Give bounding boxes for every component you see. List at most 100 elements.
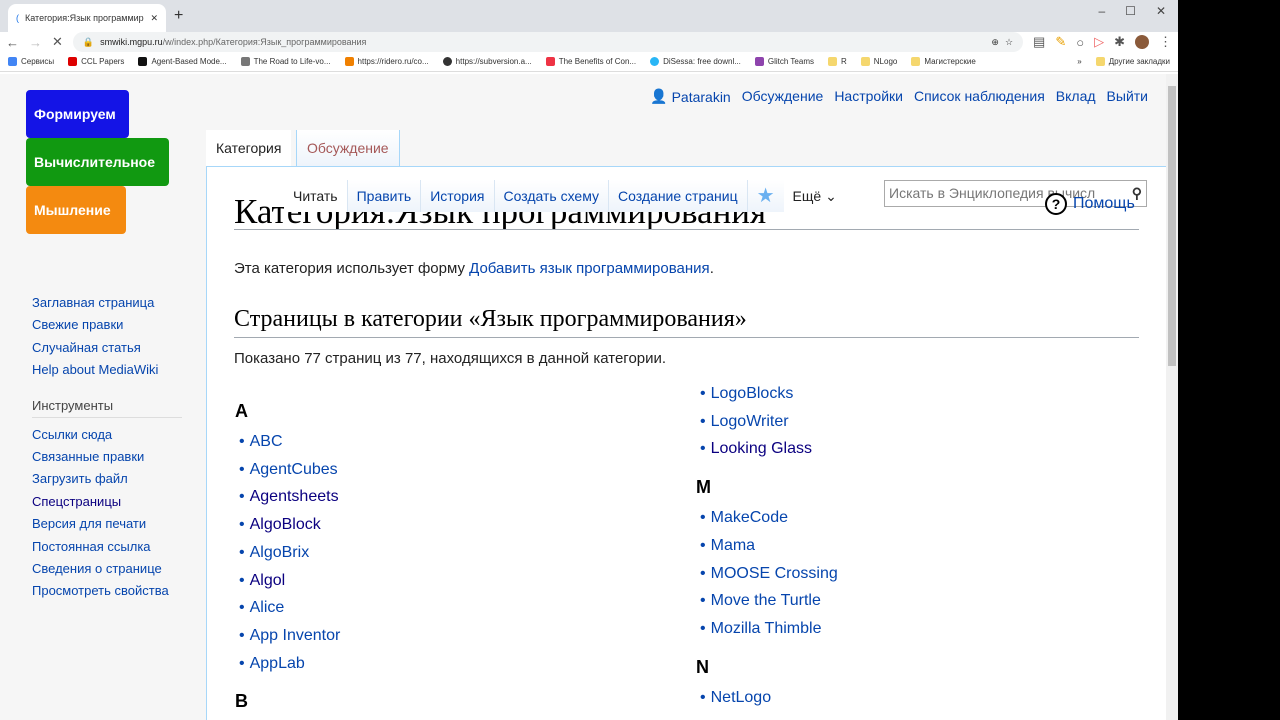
letter-heading: A bbox=[235, 401, 248, 421]
preferences-link[interactable]: Настройки bbox=[834, 88, 903, 105]
folder-icon bbox=[911, 57, 921, 66]
watchlist-link[interactable]: Список наблюдения bbox=[914, 88, 1045, 105]
list-item[interactable]: Move the Turtle bbox=[710, 587, 838, 615]
tool-print[interactable]: Версия для печати bbox=[32, 513, 182, 535]
bookmark-star-icon[interactable]: ☆ bbox=[1005, 37, 1013, 48]
list-item[interactable]: App Inventor bbox=[249, 622, 341, 650]
extension-icon[interactable]: ✎ bbox=[1055, 34, 1066, 50]
bookmark-folder[interactable]: Магистерские bbox=[911, 57, 976, 66]
zoom-icon[interactable]: ⊕ bbox=[991, 37, 999, 48]
tool-upload[interactable]: Загрузить файл bbox=[32, 468, 182, 490]
nav-help[interactable]: Help about MediaWiki bbox=[32, 359, 182, 381]
talk-link[interactable]: Обсуждение bbox=[742, 88, 824, 105]
tool-special-pages[interactable]: Спецстраницы bbox=[32, 491, 182, 513]
other-bookmarks[interactable]: Другие закладки bbox=[1095, 57, 1170, 66]
bookmark-item[interactable]: The Benefits of Con... bbox=[545, 57, 636, 66]
extension-icon[interactable]: ▷ bbox=[1094, 34, 1104, 50]
forward-icon[interactable]: → bbox=[29, 35, 42, 50]
tool-browse-properties[interactable]: Просмотреть свойства bbox=[32, 580, 182, 602]
list-item[interactable]: AlgoBrix bbox=[249, 539, 340, 567]
lock-icon: 🔒 bbox=[82, 36, 95, 47]
minimize-button[interactable]: – bbox=[1098, 4, 1105, 18]
more-menu[interactable]: Ещё ⌄ bbox=[784, 188, 846, 205]
view-tabs: Читать Править История Создать схему Соз… bbox=[284, 180, 846, 212]
tab-title: Категория:Язык программирова bbox=[25, 13, 144, 23]
apps-icon bbox=[8, 57, 17, 66]
list-item[interactable]: Agentsheets bbox=[249, 483, 340, 511]
list-item[interactable]: NetLogo bbox=[710, 684, 838, 712]
list-item[interactable]: ABC bbox=[249, 428, 340, 456]
list-item[interactable]: Alice bbox=[249, 594, 340, 622]
scrollbar[interactable] bbox=[1166, 74, 1178, 720]
more-bookmarks-icon[interactable]: » bbox=[1077, 57, 1081, 66]
list-item[interactable]: Mozilla Thimble bbox=[710, 615, 838, 643]
list-column: LogoBlocks LogoWriter Looking Glass M Ma… bbox=[696, 380, 838, 712]
tab-discussion[interactable]: Обсуждение bbox=[296, 130, 400, 166]
extensions-puzzle-icon[interactable]: ✱ bbox=[1114, 34, 1125, 50]
logo-block: Вычислительное bbox=[26, 138, 169, 186]
browser-window: ( Категория:Язык программирова ✕ + – ☐ ✕ ← → ✕… bbox=[0, 0, 1178, 720]
contributions-link[interactable]: Вклад bbox=[1056, 88, 1096, 105]
list-item[interactable]: MakeCode bbox=[710, 504, 838, 532]
new-tab-button[interactable]: + bbox=[174, 7, 183, 25]
back-icon[interactable]: ← bbox=[6, 35, 19, 50]
bookmark-item[interactable]: Сервисы bbox=[8, 57, 54, 66]
tool-related-changes[interactable]: Связанные правки bbox=[32, 446, 182, 468]
scrollbar-thumb[interactable] bbox=[1168, 86, 1176, 366]
folder-icon bbox=[860, 57, 870, 66]
user-icon: 👤 bbox=[650, 88, 668, 104]
bookmark-item[interactable]: Glitch Teams bbox=[754, 57, 814, 66]
bookmark-favicon bbox=[344, 57, 354, 66]
menu-icon[interactable]: ⋮ bbox=[1159, 34, 1172, 50]
list-item[interactable]: LogoWriter bbox=[710, 408, 838, 436]
browser-tab[interactable]: ( Категория:Язык программирова ✕ bbox=[8, 4, 166, 32]
nav-random[interactable]: Случайная статья bbox=[32, 337, 182, 359]
globe-icon bbox=[442, 57, 452, 66]
bookmark-folder[interactable]: NLogo bbox=[860, 57, 897, 66]
bookmark-item[interactable]: CCL Papers bbox=[68, 57, 124, 66]
bookmark-item[interactable]: https://subversion.a... bbox=[442, 57, 532, 66]
form-link[interactable]: Добавить язык программирования bbox=[469, 260, 710, 277]
folder-icon bbox=[828, 57, 837, 66]
bookmark-favicon bbox=[68, 57, 78, 66]
logo-block: Формируем bbox=[26, 90, 129, 138]
bookmark-item[interactable]: https://ridero.ru/co... bbox=[344, 57, 429, 66]
tab-read[interactable]: Читать bbox=[284, 180, 347, 212]
list-item[interactable]: AgentCubes bbox=[249, 456, 340, 484]
list-item[interactable]: Mama bbox=[710, 532, 838, 560]
extension-icon[interactable]: ○ bbox=[1076, 35, 1084, 50]
bookmark-item[interactable]: DiSessa: free downl... bbox=[650, 57, 741, 66]
bookmark-item[interactable]: The Road to Life-vo... bbox=[240, 57, 331, 66]
list-item[interactable]: Algol bbox=[249, 567, 340, 595]
user-link[interactable]: 👤 Patarakin bbox=[650, 88, 731, 105]
list-item[interactable]: AlgoBlock bbox=[249, 511, 340, 539]
bookmark-folder[interactable]: R bbox=[828, 57, 847, 66]
avatar[interactable] bbox=[1135, 35, 1149, 49]
stop-icon[interactable]: ✕ bbox=[52, 34, 63, 50]
tools-heading: Инструменты bbox=[32, 398, 182, 418]
nav-main-page[interactable]: Заглавная страница bbox=[32, 292, 182, 314]
close-tab-icon[interactable]: ✕ bbox=[150, 13, 158, 24]
tab-category[interactable]: Категория bbox=[206, 130, 292, 166]
list-item[interactable]: LogoBlocks bbox=[710, 380, 838, 408]
bookmark-item[interactable]: Agent-Based Mode... bbox=[138, 57, 227, 66]
list-item[interactable]: AppLab bbox=[249, 650, 340, 678]
watch-star-icon[interactable]: ★ bbox=[746, 180, 784, 212]
nav-recent-changes[interactable]: Свежие правки bbox=[32, 314, 182, 336]
help-link[interactable]: ? Помощь bbox=[1045, 193, 1135, 215]
tool-permalink[interactable]: Постоянная ссылка bbox=[32, 536, 182, 558]
tab-create-diagram[interactable]: Создать схему bbox=[493, 180, 609, 212]
tab-edit[interactable]: Править bbox=[346, 180, 421, 212]
tab-create-pages[interactable]: Создание страниц bbox=[608, 180, 747, 212]
tab-history[interactable]: История bbox=[420, 180, 494, 212]
tool-page-info[interactable]: Сведения о странице bbox=[32, 558, 182, 580]
list-item[interactable]: Looking Glass bbox=[710, 435, 838, 463]
address-bar[interactable]: 🔒 smwiki.mgpu.ru/w/index.php/Категория:Яз… bbox=[72, 32, 1024, 52]
close-window-button[interactable]: ✕ bbox=[1156, 4, 1166, 18]
logout-link[interactable]: Выйти bbox=[1107, 88, 1148, 105]
loading-icon: ( bbox=[16, 13, 19, 23]
maximize-button[interactable]: ☐ bbox=[1125, 4, 1136, 18]
tool-whatlinkshere[interactable]: Ссылки сюда bbox=[32, 424, 182, 446]
list-item[interactable]: MOOSE Crossing bbox=[710, 560, 838, 588]
extension-icon[interactable]: ▤ bbox=[1033, 34, 1045, 50]
